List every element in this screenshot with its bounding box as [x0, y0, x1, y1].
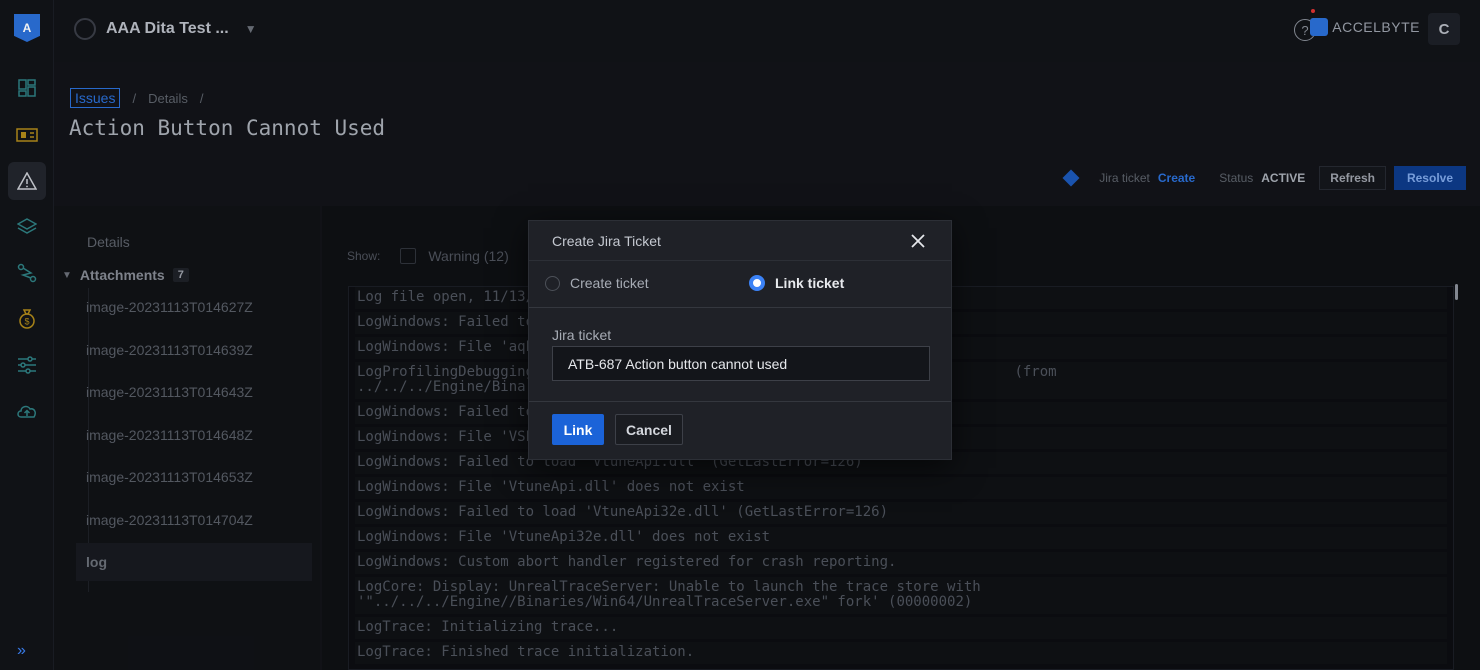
create-ticket-radio[interactable]: Create ticket [545, 275, 649, 291]
jira-ticket-input[interactable] [552, 346, 930, 381]
cancel-button[interactable]: Cancel [615, 414, 683, 445]
jira-ticket-field-group: Jira ticket [529, 308, 951, 402]
link-ticket-radio[interactable]: Link ticket [749, 275, 844, 291]
close-icon[interactable] [909, 232, 927, 250]
create-ticket-label: Create ticket [570, 275, 649, 291]
app-window: A $ » AAA Dita Test ... ▼ ? ACCELBYTE C … [0, 0, 1480, 670]
dialog-title: Create Jira Ticket [552, 232, 661, 249]
link-button[interactable]: Link [552, 414, 604, 445]
dialog-footer: Link Cancel [529, 402, 951, 460]
link-ticket-label: Link ticket [775, 275, 845, 291]
dialog-header: Create Jira Ticket [529, 221, 951, 261]
radio-checked-icon [749, 275, 765, 291]
ticket-mode-radio-group: Create ticket Link ticket [529, 261, 951, 308]
create-jira-ticket-dialog: Create Jira Ticket Create ticket Link ti… [528, 220, 952, 460]
jira-ticket-label: Jira ticket [552, 327, 612, 343]
radio-unchecked-icon [545, 275, 560, 291]
